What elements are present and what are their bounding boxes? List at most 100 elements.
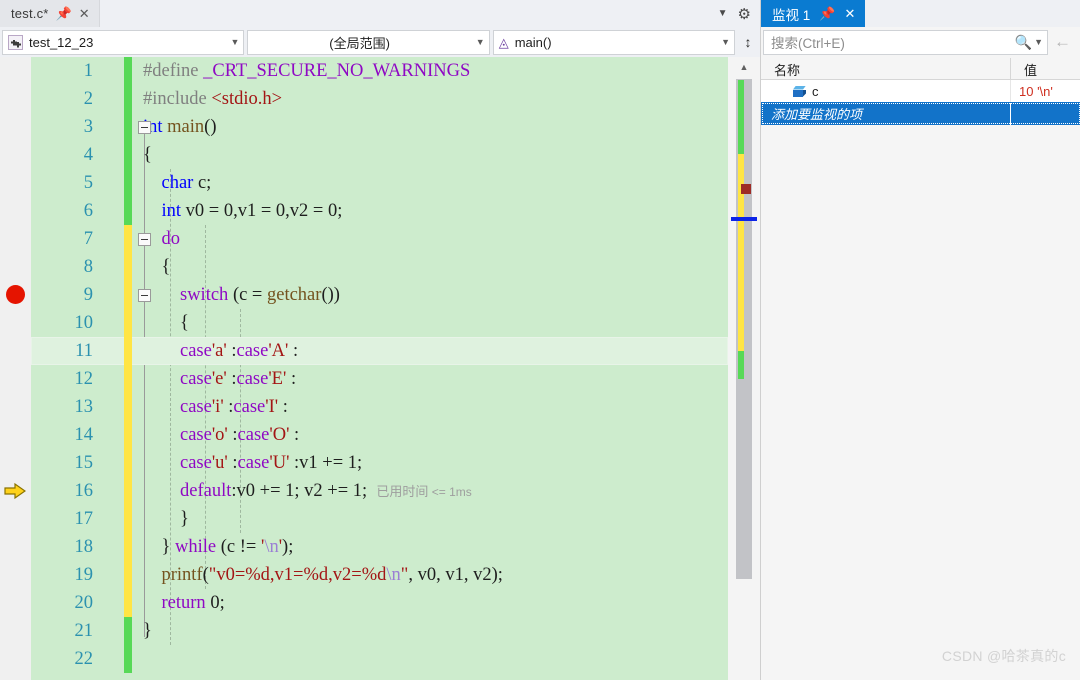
- code-line[interactable]: 9 switch (c = getchar()): [31, 281, 728, 309]
- change-bar: [124, 169, 132, 197]
- tab-watch-1[interactable]: 监视 1 📌 ✕: [761, 0, 866, 27]
- code-line-text: return 0;: [161, 593, 225, 613]
- code-line[interactable]: 10 {: [31, 309, 728, 337]
- search-icon[interactable]: 🔍: [1015, 34, 1034, 51]
- code-line-text: }: [143, 621, 152, 641]
- code-line[interactable]: 20 return 0;: [31, 589, 728, 617]
- code-line[interactable]: 5 char c;: [31, 169, 728, 197]
- code-line[interactable]: 1 #define _CRT_SECURE_NO_WARNINGS: [31, 57, 728, 85]
- code-line[interactable]: 17 }: [31, 505, 728, 533]
- code-line[interactable]: 7 do: [31, 225, 728, 253]
- watch-add-item-row[interactable]: 添加要监视的项: [761, 102, 1080, 125]
- code-text-area[interactable]: 1 #define _CRT_SECURE_NO_WARNINGS 2 #includ…: [31, 57, 728, 680]
- document-tabstrip: test.c* 📌 ✕ ▼ ⚙: [0, 0, 760, 27]
- visual-studio-window: test.c* 📌 ✕ ▼ ⚙ test_12_23 ▼ (全局范围) ▼ ◬: [0, 0, 1080, 680]
- column-header-name[interactable]: 名称: [761, 58, 1011, 79]
- scrollbar-current-position-mark: [731, 217, 757, 221]
- document-tab-test-c[interactable]: test.c* 📌 ✕: [0, 0, 100, 27]
- line-number: 21: [74, 621, 94, 641]
- code-line-text: #define _CRT_SECURE_NO_WARNINGS: [143, 61, 471, 81]
- line-number: 17: [74, 509, 94, 529]
- line-number: 22: [74, 649, 94, 669]
- line-number: 6: [83, 201, 93, 221]
- fold-toggle-switch[interactable]: [138, 289, 151, 302]
- code-line[interactable]: 2 #include <stdio.h>: [31, 85, 728, 113]
- project-dropdown[interactable]: test_12_23 ▼: [2, 29, 245, 55]
- line-number: 10: [74, 313, 94, 333]
- editor-scrollbar[interactable]: ▲: [728, 57, 760, 680]
- change-bar: [124, 225, 132, 253]
- editor-navigation-bar: test_12_23 ▼ (全局范围) ▼ ◬ main() ▼ ↕: [0, 27, 760, 57]
- watch-tabstrip: 监视 1 📌 ✕: [761, 0, 1080, 27]
- chevron-down-icon[interactable]: ▼: [1034, 37, 1043, 47]
- arrow-left-icon[interactable]: ←: [1052, 32, 1071, 52]
- code-line[interactable]: 8 {: [31, 253, 728, 281]
- code-line[interactable]: 18 } while (c != '\n');: [31, 533, 728, 561]
- watch-row[interactable]: c 10 '\n': [761, 80, 1080, 102]
- line-number: 11: [75, 341, 93, 361]
- code-line[interactable]: 22: [31, 645, 728, 673]
- fold-toggle-do[interactable]: [138, 233, 151, 246]
- line-number: 1: [83, 61, 93, 81]
- column-header-value[interactable]: 值: [1011, 58, 1080, 79]
- scope-dropdown-label: (全局范围): [329, 35, 390, 51]
- code-line[interactable]: 6 int v0 = 0,v1 = 0,v2 = 0;: [31, 197, 728, 225]
- scrollbar-breakpoint-mark: [741, 184, 751, 194]
- code-line[interactable]: 19 printf("v0=%d,v1=%d,v2=%d\n", v0, v1,…: [31, 561, 728, 589]
- fold-toggle-main[interactable]: [138, 121, 151, 134]
- pin-icon[interactable]: 📌: [56, 7, 72, 20]
- code-line[interactable]: 3 int main(): [31, 113, 728, 141]
- gear-icon[interactable]: ⚙: [738, 5, 751, 23]
- code-line[interactable]: 11 case'a' :case'A' :: [31, 337, 728, 365]
- code-line[interactable]: 21}: [31, 617, 728, 645]
- editor-body: 1 #define _CRT_SECURE_NO_WARNINGS 2 #includ…: [0, 57, 760, 680]
- close-icon[interactable]: ✕: [79, 7, 90, 20]
- chevron-down-icon: ▼: [475, 37, 485, 47]
- pin-icon[interactable]: 📌: [819, 6, 835, 22]
- line-number: 13: [74, 397, 94, 417]
- watch-tab-label: 监视 1: [772, 7, 811, 23]
- code-line[interactable]: 13 case'i' :case'I' :: [31, 393, 728, 421]
- change-bar: [124, 449, 132, 477]
- search-input[interactable]: 搜索(Ctrl+E) 🔍 ▼: [763, 29, 1048, 55]
- project-icon: [8, 34, 23, 50]
- line-number: 4: [83, 145, 93, 165]
- code-line[interactable]: 14 case'o' :case'O' :: [31, 421, 728, 449]
- split-window-icon[interactable]: ↕: [738, 30, 758, 55]
- line-number: 7: [83, 229, 93, 249]
- change-bar: [124, 57, 132, 85]
- line-number: 2: [83, 89, 93, 109]
- close-icon[interactable]: ✕: [844, 6, 855, 22]
- watermark: CSDN @哈茶真的c: [941, 648, 1066, 664]
- code-line[interactable]: 12 case'e' :case'E' :: [31, 365, 728, 393]
- breakpoint-marker[interactable]: [6, 285, 25, 304]
- member-dropdown[interactable]: ◬ main() ▼: [492, 29, 736, 55]
- watch-add-item-label: 添加要监视的项: [761, 102, 1011, 125]
- change-bar: [124, 505, 132, 533]
- line-number: 3: [83, 117, 93, 137]
- code-line-text: {: [161, 257, 171, 277]
- code-line-text: case'a' :case'A' :: [180, 341, 299, 361]
- code-line[interactable]: 4{: [31, 141, 728, 169]
- variable-box-icon: [793, 85, 806, 97]
- code-line-text: int main(): [143, 117, 217, 137]
- chevron-down-icon[interactable]: ▼: [718, 8, 728, 19]
- line-number: 14: [74, 425, 94, 445]
- watch-row-name[interactable]: c: [761, 80, 1011, 102]
- code-line-text: }: [180, 509, 189, 529]
- line-number: 16: [74, 481, 94, 501]
- code-line[interactable]: 16 default:v0 += 1; v2 += 1; 已用时间 <= 1ms: [31, 477, 728, 505]
- watch-row-value[interactable]: 10 '\n': [1011, 80, 1080, 102]
- code-line[interactable]: 15 case'u' :case'U' :v1 += 1;: [31, 449, 728, 477]
- breakpoint-gutter[interactable]: [0, 57, 31, 680]
- scope-dropdown[interactable]: (全局范围) ▼: [247, 29, 490, 55]
- change-bar: [124, 113, 132, 141]
- line-number: 20: [74, 593, 94, 613]
- current-statement-arrow-icon: [4, 482, 26, 500]
- change-bar: [124, 197, 132, 225]
- scroll-up-icon[interactable]: ▲: [736, 60, 752, 74]
- change-mark-saved: [738, 351, 744, 379]
- code-line-text: int v0 = 0,v1 = 0,v2 = 0;: [161, 201, 343, 221]
- change-bar: [124, 617, 132, 645]
- change-bar: [124, 393, 132, 421]
